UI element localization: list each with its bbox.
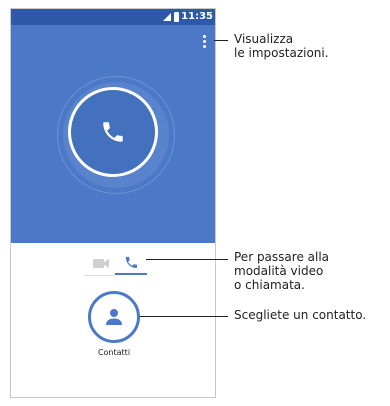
instruction-figure: 11:35 Contatti Visualizza le impostazion…	[0, 0, 390, 406]
callout-line-mode	[146, 259, 228, 260]
callout-mode-line-1: Per passare alla	[234, 250, 330, 264]
phone-screen: 11:35 Contatti	[10, 8, 216, 398]
callout-mode-line-3: o chiamata.	[234, 278, 305, 292]
phone-icon	[103, 122, 123, 142]
video-mode-tab[interactable]	[85, 253, 115, 275]
callout-mode: Per passare alla modalità video o chiama…	[234, 250, 329, 292]
callout-contact: Scegliete un contatto.	[234, 308, 366, 322]
battery-icon	[174, 12, 179, 22]
callout-settings: Visualizza le impostazioni.	[234, 32, 329, 60]
callout-line-contact	[140, 316, 228, 317]
signal-icon	[163, 13, 171, 21]
phone-icon	[125, 256, 138, 269]
contacts-label: Contatti	[97, 348, 131, 357]
call-mode-switch	[11, 247, 215, 279]
callout-line-settings	[214, 40, 228, 41]
more-vertical-icon[interactable]	[199, 33, 209, 51]
voice-mode-tab[interactable]	[115, 253, 147, 275]
callout-contact-line-1: Scegliete un contatto.	[234, 308, 367, 322]
status-time: 11:35	[181, 11, 213, 22]
person-icon	[106, 309, 122, 325]
video-camera-icon	[93, 259, 109, 268]
mode-divider	[85, 275, 115, 276]
contacts-button[interactable]	[88, 291, 140, 343]
callout-settings-line-2: le impostazioni.	[234, 46, 329, 60]
call-button[interactable]	[68, 87, 158, 177]
status-bar: 11:35	[11, 9, 215, 25]
call-hero-panel	[11, 25, 215, 243]
callout-mode-line-2: modalità video	[234, 264, 324, 278]
callout-settings-line-1: Visualizza	[234, 32, 294, 46]
